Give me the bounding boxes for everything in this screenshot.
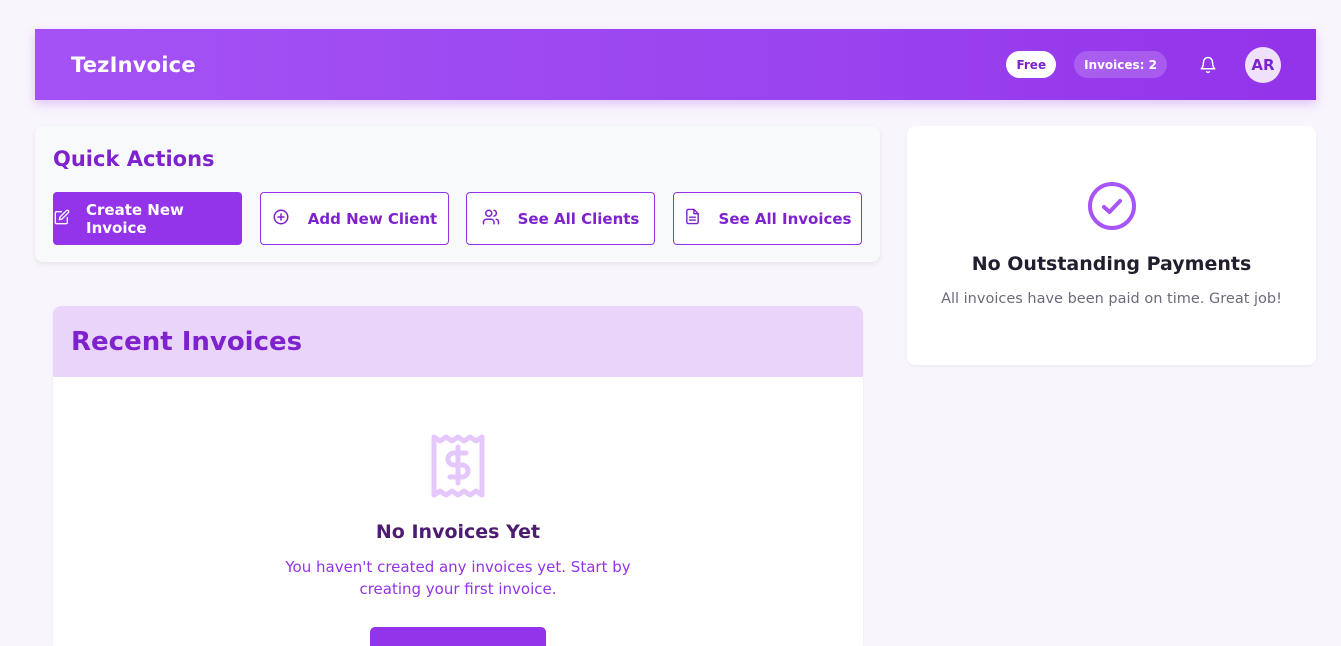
empty-state-message: You haven't created any invoices yet. St… [285,558,631,598]
receipt-dollar-icon [430,433,486,503]
bell-icon[interactable] [1197,54,1219,76]
header-actions: Free Invoices: 2 AR [1006,46,1281,83]
see-all-clients-button[interactable]: See All Clients [466,192,655,245]
file-text-icon [684,208,701,229]
edit-icon [54,209,70,229]
empty-state-title: No Invoices Yet [375,521,541,543]
see-all-clients-label: See All Clients [517,209,640,228]
recent-invoices-header: Recent Invoices [53,306,863,377]
see-all-invoices-button[interactable]: See All Invoices [673,192,862,245]
payments-subtitle: All invoices have been paid on time. Gre… [941,291,1282,307]
add-new-client-button[interactable]: Add New Client [260,192,449,245]
create-first-invoice-button[interactable] [370,627,546,646]
quick-actions-panel: Quick Actions Create New Invoice Add New… [35,126,880,262]
user-avatar[interactable]: AR [1245,46,1281,83]
users-icon [482,208,500,230]
payments-title: No Outstanding Payments [971,253,1252,275]
add-new-client-label: Add New Client [307,209,438,228]
see-all-invoices-label: See All Invoices [718,209,852,228]
plus-circle-icon [272,208,290,230]
recent-invoices-panel: Recent Invoices No Invoices Yet You have… [53,306,863,646]
top-header: TezInvoice Free Invoices: 2 AR [35,29,1316,100]
brand-logo-text[interactable]: TezInvoice [71,53,196,77]
plan-badge: Free [1006,51,1057,78]
create-new-invoice-button[interactable]: Create New Invoice [53,192,242,245]
invoice-count-badge: Invoices: 2 [1074,51,1167,78]
quick-actions-title: Quick Actions [53,147,215,171]
create-new-invoice-label: Create New Invoice [86,200,184,237]
check-circle-icon [1087,181,1137,235]
recent-invoices-title: Recent Invoices [71,326,303,357]
outstanding-payments-card: No Outstanding Payments All invoices hav… [907,126,1316,365]
